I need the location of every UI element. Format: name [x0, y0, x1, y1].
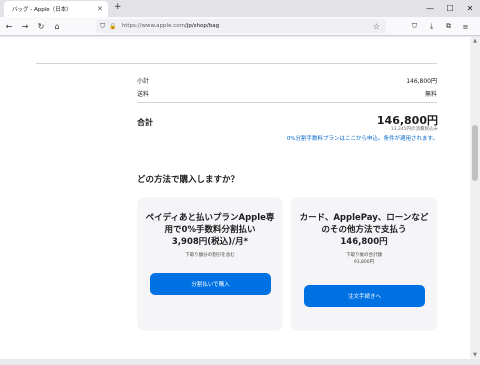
close-window-icon[interactable]: ✕ — [460, 0, 480, 17]
bookmark-star-icon[interactable]: ☆ — [373, 22, 380, 31]
tab-title: バッグ - Apple（日本） — [12, 7, 72, 13]
tax-note: 13,345円の消費税込み — [390, 127, 438, 132]
lock-icon[interactable]: 🔒 — [109, 23, 116, 30]
other-payment-description: カード、ApplePay、ローンなどのその他方法で支払う — [299, 213, 429, 235]
installment-price: 3,908円(税込)/月* — [171, 237, 249, 247]
summary-divider — [137, 102, 437, 103]
download-icon[interactable]: ⤓ — [423, 22, 440, 31]
installment-buy-button[interactable]: 分割払いで購入 — [150, 273, 271, 295]
tab-bar: バッグ - Apple（日本） ✕ + — ☐ ✕ — [0, 0, 480, 17]
address-bar[interactable]: ⛉ 🔒 https://www.apple.com/jp/shop/bag ☆ — [96, 19, 386, 33]
installment-note: 下取り額分の割引を含む — [185, 253, 235, 258]
checkout-button[interactable]: 注文手続きへ — [304, 285, 425, 307]
close-tab-icon[interactable]: ✕ — [97, 5, 103, 13]
subtotal-label: 小計 — [137, 78, 150, 85]
shipping-value: 無料 — [424, 91, 437, 98]
home-icon[interactable]: ⌂ — [50, 22, 64, 31]
shipping-row: 送料 無料 — [137, 89, 437, 98]
installment-description: ペイディあと払いプランApple専用で0%手数料分割払い — [145, 213, 275, 235]
other-payment-card: カード、ApplePay、ローンなどのその他方法で支払う 146,800円 下取… — [291, 197, 437, 331]
pocket-icon[interactable]: ⛉ — [406, 22, 423, 31]
toolbar-right: ⛉ ⤓ ⧉ ≡ — [406, 17, 474, 36]
scrollbar-thumb[interactable] — [472, 125, 478, 181]
installment-card: ペイディあと払いプランApple専用で0%手数料分割払い 3,908円(税込)/… — [137, 197, 283, 331]
maximize-icon[interactable]: ☐ — [440, 0, 460, 17]
url-text: https://www.apple.com/jp/shop/bag — [121, 23, 220, 29]
subtotal-row: 小計 146,800円 — [137, 76, 437, 85]
top-divider — [36, 63, 437, 64]
reload-icon[interactable]: ↻ — [34, 22, 48, 31]
vertical-scrollbar[interactable]: ▲ ▼ — [470, 37, 480, 359]
forward-icon[interactable]: → — [18, 22, 32, 31]
extensions-icon[interactable]: ⧉ — [440, 22, 457, 31]
trade-in-total: 93,800円 — [353, 260, 375, 265]
minimize-icon[interactable]: — — [420, 0, 440, 17]
menu-icon[interactable]: ≡ — [457, 23, 474, 31]
shipping-label: 送料 — [137, 91, 150, 98]
trade-in-label: 下取り後の合計額 — [346, 253, 382, 258]
payment-method-title: どの方法で購入しますか？ — [137, 175, 240, 185]
subtotal-value: 146,800円 — [406, 78, 437, 85]
new-tab-icon[interactable]: + — [114, 2, 122, 12]
total-label: 合計 — [137, 118, 153, 127]
scroll-down-icon[interactable]: ▼ — [470, 352, 480, 358]
scroll-up-icon[interactable]: ▲ — [470, 38, 480, 44]
other-payment-price: 146,800円 — [340, 237, 388, 247]
window-controls: — ☐ ✕ — [420, 0, 480, 17]
back-icon[interactable]: ← — [2, 22, 16, 31]
window-bottom-edge — [0, 359, 480, 365]
shield-icon[interactable]: ⛉ — [100, 22, 105, 31]
installment-link[interactable]: 0%分割手数料プランはここから申込。条件が適用されます。 — [287, 134, 438, 142]
navigation-bar: ← → ↻ ⌂ ⛉ 🔒 https://www.apple.com/jp/sho… — [0, 17, 480, 36]
browser-tab[interactable]: バッグ - Apple（日本） ✕ — [4, 1, 108, 17]
